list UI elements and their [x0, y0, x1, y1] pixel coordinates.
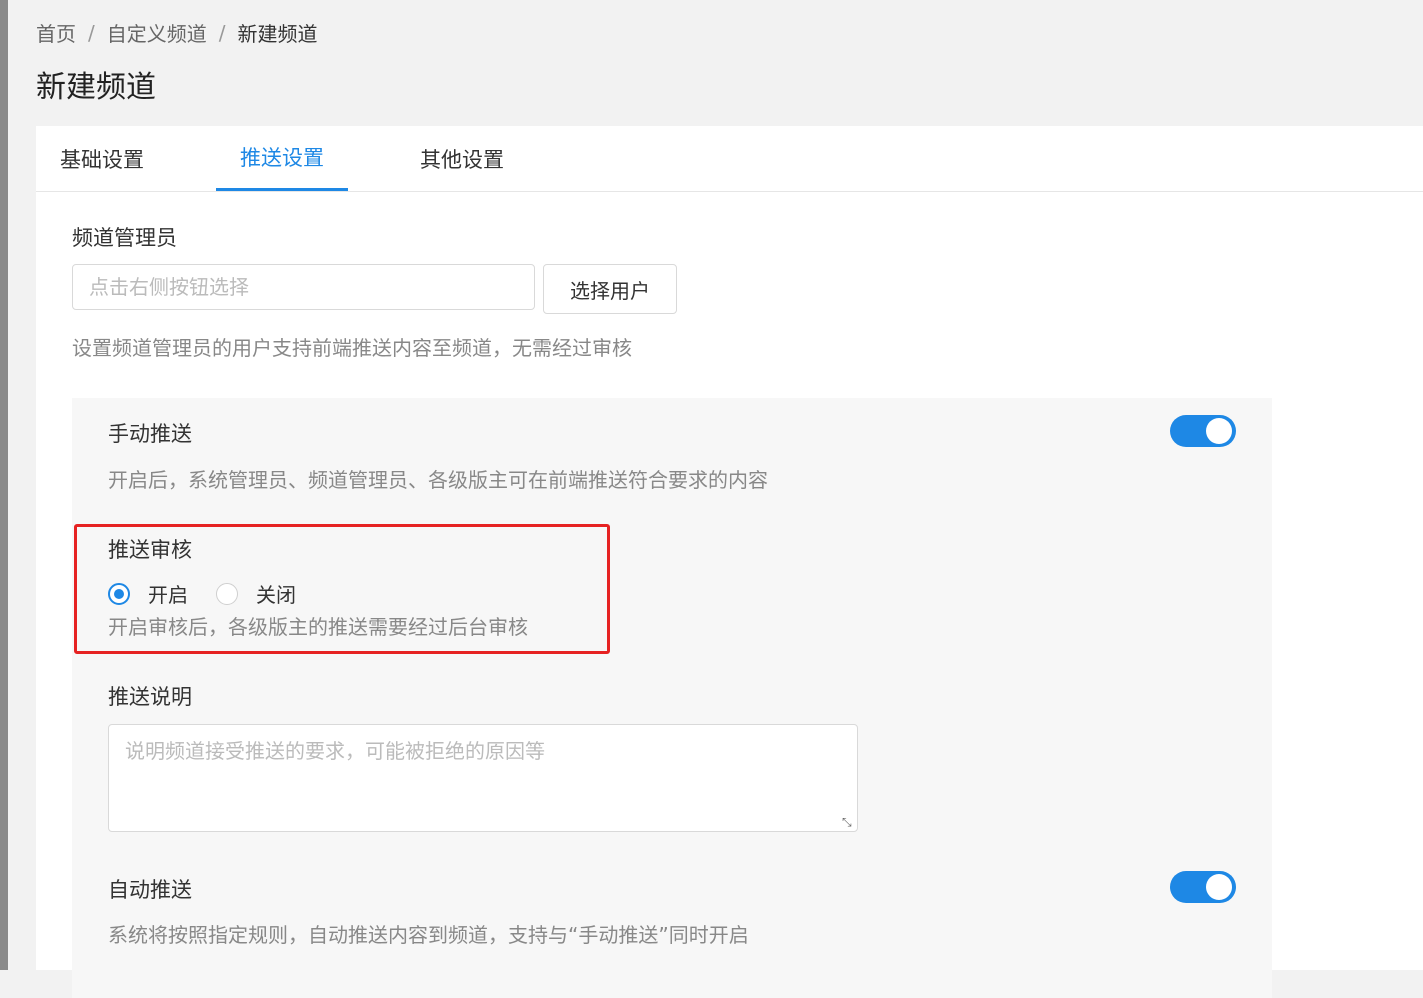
- breadcrumb-separator: /: [86, 21, 97, 45]
- radio-label: 开启: [148, 579, 188, 608]
- push-review-radio-off[interactable]: 关闭: [216, 579, 296, 608]
- tab-other-settings[interactable]: 其他设置: [396, 126, 528, 191]
- admin-label: 频道管理员: [72, 222, 177, 252]
- auto-push-toggle[interactable]: [1170, 871, 1236, 903]
- page-title: 新建频道: [36, 62, 156, 106]
- radio-circle: [108, 583, 130, 605]
- tab-bar: 基础设置 推送设置 其他设置: [36, 126, 1423, 192]
- push-description-label: 推送说明: [108, 681, 192, 711]
- auto-push-help-text: 系统将按照指定规则，自动推送内容到频道，支持与“手动推送”同时开启: [108, 919, 749, 948]
- push-review-help-text: 开启审核后，各级版主的推送需要经过后台审核: [108, 611, 528, 640]
- auto-push-label: 自动推送: [108, 874, 192, 904]
- breadcrumb: 首页 / 自定义频道 / 新建频道: [36, 18, 318, 47]
- tab-push-settings[interactable]: 推送设置: [216, 126, 348, 191]
- breadcrumb-custom-channel[interactable]: 自定义频道: [107, 18, 207, 47]
- push-review-label: 推送审核: [108, 534, 192, 564]
- breadcrumb-current: 新建频道: [238, 18, 318, 47]
- radio-label: 关闭: [256, 579, 296, 608]
- radio-circle: [216, 583, 238, 605]
- toggle-knob: [1206, 418, 1232, 444]
- manual-push-label: 手动推送: [108, 418, 192, 448]
- admin-input[interactable]: [72, 264, 535, 310]
- resize-handle-icon[interactable]: ⤡: [842, 816, 854, 828]
- breadcrumb-home[interactable]: 首页: [36, 18, 76, 47]
- tab-basic-settings[interactable]: 基础设置: [36, 126, 168, 191]
- window-left-edge: [0, 0, 8, 970]
- page: 首页 / 自定义频道 / 新建频道 新建频道 基础设置 推送设置 其他设置 频道…: [8, 0, 1423, 970]
- toggle-knob: [1206, 874, 1232, 900]
- select-user-button[interactable]: 选择用户: [543, 264, 677, 314]
- admin-help-text: 设置频道管理员的用户支持前端推送内容至频道，无需经过审核: [72, 332, 632, 361]
- push-description-textarea[interactable]: [108, 724, 858, 832]
- breadcrumb-separator: /: [217, 21, 228, 45]
- push-review-radio-on[interactable]: 开启: [108, 579, 188, 608]
- manual-push-help-text: 开启后，系统管理员、频道管理员、各级版主可在前端推送符合要求的内容: [108, 464, 768, 493]
- push-settings-panel: 手动推送 开启后，系统管理员、频道管理员、各级版主可在前端推送符合要求的内容 推…: [72, 398, 1272, 998]
- manual-push-toggle[interactable]: [1170, 415, 1236, 447]
- form-card: 基础设置 推送设置 其他设置 频道管理员 选择用户 设置频道管理员的用户支持前端…: [36, 126, 1423, 970]
